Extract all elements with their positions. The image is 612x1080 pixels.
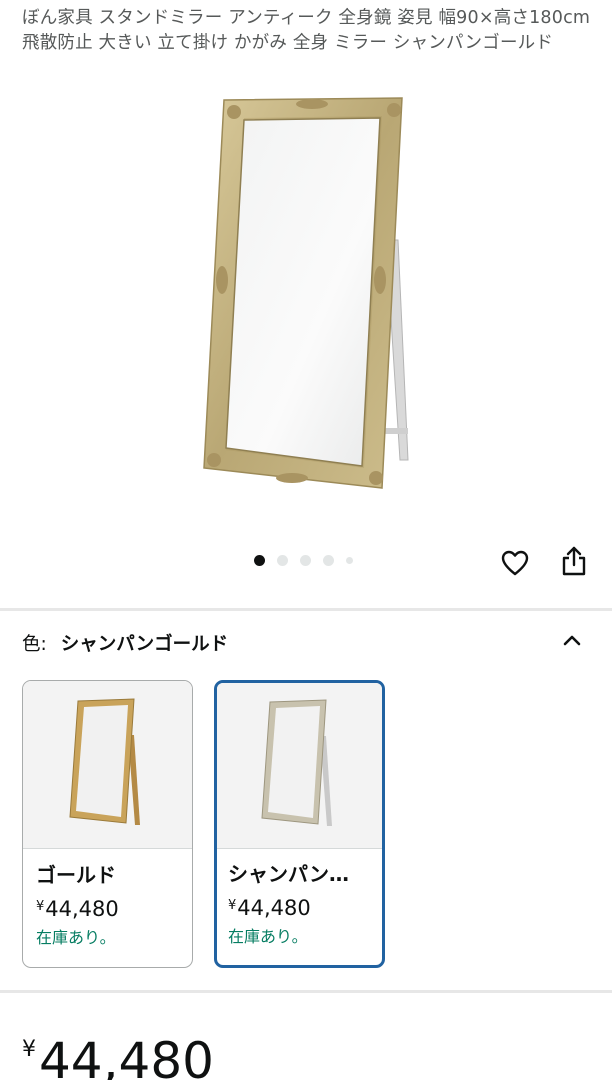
carousel-dot[interactable] bbox=[254, 554, 265, 566]
carousel-dot[interactable] bbox=[323, 554, 334, 566]
variation-name: ゴールド bbox=[36, 863, 116, 887]
image-carousel-dots[interactable] bbox=[254, 553, 353, 567]
wishlist-button[interactable] bbox=[497, 545, 533, 581]
carousel-dot[interactable] bbox=[300, 554, 311, 566]
section-divider bbox=[0, 990, 612, 993]
product-price: ¥44,480 bbox=[22, 1032, 214, 1080]
variation-name: シャンパン… bbox=[228, 862, 349, 886]
share-button[interactable] bbox=[556, 543, 592, 579]
share-icon bbox=[562, 546, 586, 576]
chevron-up-icon bbox=[563, 635, 581, 646]
heart-icon bbox=[501, 550, 529, 576]
stock-status: 在庫あり。 bbox=[228, 927, 308, 946]
variation-thumbnail bbox=[217, 683, 382, 849]
product-image[interactable] bbox=[0, 90, 612, 500]
stock-status: 在庫あり。 bbox=[36, 928, 116, 947]
section-divider bbox=[0, 608, 612, 611]
variation-header[interactable]: 色: シャンパンゴールド bbox=[22, 630, 592, 660]
variation-thumbnail bbox=[23, 681, 192, 849]
variation-collapse-button[interactable] bbox=[558, 626, 586, 654]
product-title: ぼん家具 スタンドミラー アンティーク 全身鏡 姿見 幅90×高さ180cm 飛… bbox=[22, 8, 591, 53]
variation-price: ¥44,480 bbox=[36, 897, 119, 921]
variation-label: 色: bbox=[22, 634, 47, 655]
variation-price: ¥44,480 bbox=[228, 896, 311, 920]
variation-selected-value: シャンパンゴールド bbox=[60, 634, 229, 655]
carousel-dot[interactable] bbox=[277, 554, 288, 566]
carousel-dot[interactable] bbox=[346, 556, 353, 564]
variation-option-gold[interactable]: ゴールド ¥44,480 在庫あり。 bbox=[22, 680, 193, 968]
variation-option-champagne[interactable]: シャンパン… ¥44,480 在庫あり。 bbox=[214, 680, 385, 968]
